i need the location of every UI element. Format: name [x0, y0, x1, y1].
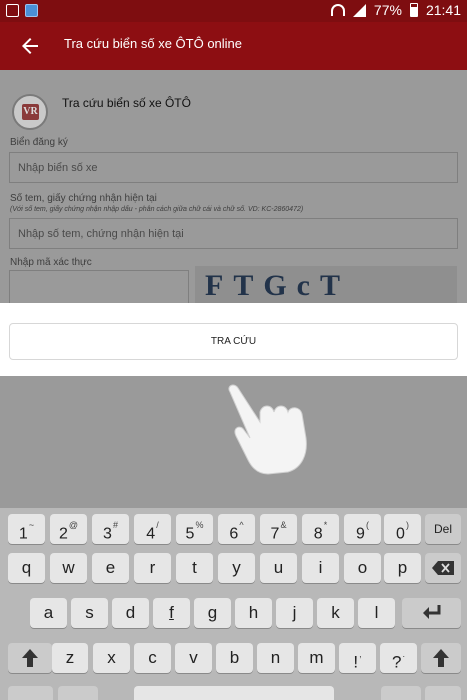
cert-input[interactable]	[9, 218, 458, 249]
key-x[interactable]: x	[93, 643, 130, 673]
key-question[interactable]: ?.	[380, 643, 417, 673]
key-8[interactable]: 8*	[302, 514, 339, 544]
enter-key[interactable]	[402, 598, 461, 628]
wifi-icon	[330, 4, 345, 16]
status-bar: 77% 21:41	[0, 0, 467, 22]
plate-label: Biển đăng ký	[10, 137, 68, 148]
key-h[interactable]: h	[235, 598, 272, 628]
plate-input[interactable]	[9, 152, 458, 183]
spacebar[interactable]	[134, 686, 334, 700]
key-p[interactable]: p	[384, 553, 421, 583]
bottom-key-right[interactable]	[425, 686, 461, 700]
shift-key-right[interactable]	[421, 643, 461, 673]
form-title: Tra cứu biển số xe ÔTÔ	[62, 96, 191, 110]
cert-hint: (Với số tem, giấy chứng nhận nhập dấu - …	[10, 206, 304, 213]
key-l[interactable]: l	[358, 598, 395, 628]
captcha-input[interactable]	[9, 270, 189, 304]
letter-row-2: a s d f g h j k l	[0, 598, 467, 632]
key-b[interactable]: b	[216, 643, 253, 673]
key-m[interactable]: m	[298, 643, 335, 673]
battery-icon	[409, 3, 418, 17]
key-0[interactable]: 0)	[384, 514, 421, 544]
enter-icon	[422, 605, 440, 619]
app-notification-icon	[25, 4, 38, 17]
shift-icon-right	[433, 649, 449, 667]
key-d[interactable]: d	[112, 598, 149, 628]
key-f[interactable]: f	[153, 598, 190, 628]
key-r[interactable]: r	[134, 553, 171, 583]
back-arrow-icon[interactable]	[18, 34, 42, 58]
key-3[interactable]: 3#	[92, 514, 129, 544]
key-z[interactable]: z	[52, 643, 88, 673]
logo-mark: VR	[22, 104, 39, 120]
bottom-key-right-2[interactable]	[381, 686, 421, 700]
delete-key[interactable]: Del	[425, 514, 461, 544]
backspace-icon	[432, 561, 454, 575]
shift-key-left[interactable]	[8, 643, 52, 673]
clock: 21:41	[425, 2, 461, 18]
bottom-key-left[interactable]	[8, 686, 53, 700]
search-button-spotlight: TRA CỨU	[0, 303, 467, 376]
search-button[interactable]: TRA CỨU	[9, 323, 458, 360]
toolbar-title: Tra cứu biển số xe ÔTÔ online	[64, 36, 243, 51]
key-s[interactable]: s	[71, 598, 108, 628]
key-exclamation[interactable]: !,	[339, 643, 376, 673]
captcha-image: FTGcT	[195, 266, 457, 306]
key-w[interactable]: w	[50, 553, 87, 583]
key-g[interactable]: g	[194, 598, 231, 628]
key-v[interactable]: v	[175, 643, 212, 673]
signal-icon	[352, 3, 366, 17]
key-7[interactable]: 7&	[260, 514, 297, 544]
key-5[interactable]: 5%	[176, 514, 213, 544]
tap-hand-icon	[228, 384, 307, 475]
cert-label: Số tem, giấy chứng nhận hiện tại	[10, 193, 157, 204]
bottom-row	[0, 686, 467, 700]
registry-logo: VR	[12, 94, 48, 130]
key-4[interactable]: 4/	[134, 514, 171, 544]
key-t[interactable]: t	[176, 553, 213, 583]
key-o[interactable]: o	[344, 553, 381, 583]
key-n[interactable]: n	[257, 643, 294, 673]
key-e[interactable]: e	[92, 553, 129, 583]
soft-keyboard: 1~ 2@ 3# 4/ 5% 6^ 7& 8* 9( 0) Del q w e …	[0, 508, 467, 700]
key-q[interactable]: q	[8, 553, 45, 583]
status-indicators: 77% 21:41	[330, 2, 461, 18]
number-row: 1~ 2@ 3# 4/ 5% 6^ 7& 8* 9( 0) Del	[0, 514, 467, 548]
battery-percent: 77%	[373, 2, 402, 18]
shift-icon	[22, 649, 38, 667]
key-u[interactable]: u	[260, 553, 297, 583]
key-j[interactable]: j	[276, 598, 313, 628]
gallery-notification-icon	[6, 4, 19, 17]
app-toolbar: Tra cứu biển số xe ÔTÔ online	[0, 22, 467, 70]
captcha-label: Nhập mã xác thực	[10, 257, 92, 268]
key-2[interactable]: 2@	[50, 514, 87, 544]
key-6[interactable]: 6^	[218, 514, 255, 544]
key-c[interactable]: c	[134, 643, 171, 673]
letter-row-1: q w e r t y u i o p	[0, 553, 467, 587]
key-a[interactable]: a	[30, 598, 67, 628]
backspace-key[interactable]	[425, 553, 461, 583]
key-9[interactable]: 9(	[344, 514, 381, 544]
key-k[interactable]: k	[317, 598, 354, 628]
key-y[interactable]: y	[218, 553, 255, 583]
notification-icons	[6, 4, 38, 17]
letter-row-3: z x c v b n m !, ?.	[0, 643, 467, 677]
key-1[interactable]: 1~	[8, 514, 45, 544]
key-i[interactable]: i	[302, 553, 339, 583]
bottom-key-left-2[interactable]	[58, 686, 98, 700]
